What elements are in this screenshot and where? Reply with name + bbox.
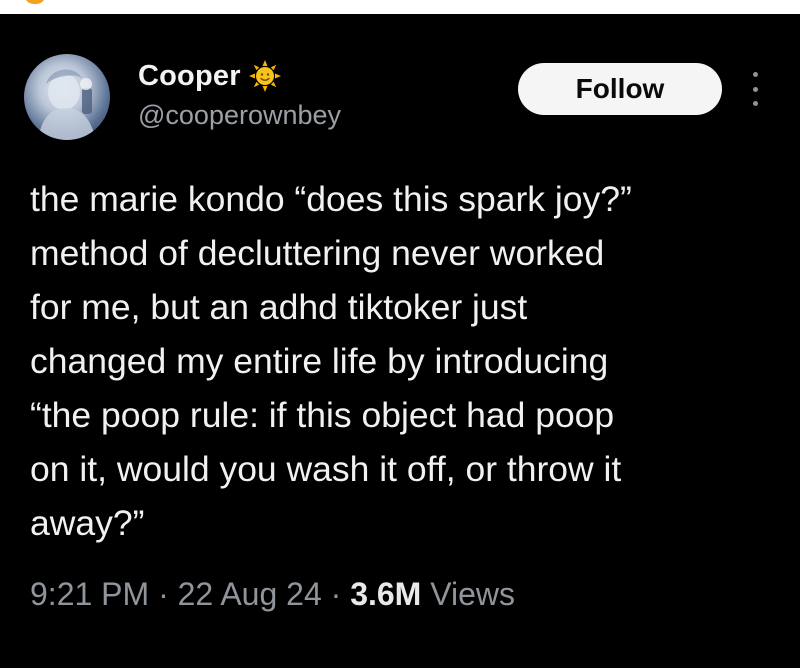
tweet-text: the marie kondo “does this spark joy?” m…	[30, 179, 632, 543]
display-name[interactable]: Cooper	[138, 60, 241, 93]
more-options-icon[interactable]	[748, 72, 762, 106]
name-row: Cooper	[138, 56, 281, 96]
follow-button[interactable]: Follow	[518, 63, 722, 115]
top-strip	[0, 0, 800, 14]
tweet-time[interactable]: 9:21 PM	[30, 576, 149, 613]
more-dot	[752, 101, 758, 106]
views-count[interactable]: 3.6M	[350, 576, 421, 613]
handle[interactable]: @cooperownbey	[138, 100, 341, 131]
more-dot	[752, 86, 758, 92]
tweet-meta: 9:21 PM · 22 Aug 24 · 3.6M Views	[30, 576, 515, 613]
sun-emoji-icon	[248, 60, 281, 92]
views-label: Views	[421, 576, 515, 612]
more-dot	[752, 72, 758, 77]
profile-photo-icon	[38, 69, 96, 140]
tweet-date[interactable]: 22 Aug 24	[178, 576, 322, 613]
tweet-card: Cooper @cooperownbey Follow the marie ko…	[0, 14, 800, 668]
avatar[interactable]	[24, 54, 110, 140]
meta-separator: ·	[149, 576, 178, 612]
meta-separator: ·	[321, 576, 351, 612]
top-edge-fragment	[24, 0, 46, 4]
